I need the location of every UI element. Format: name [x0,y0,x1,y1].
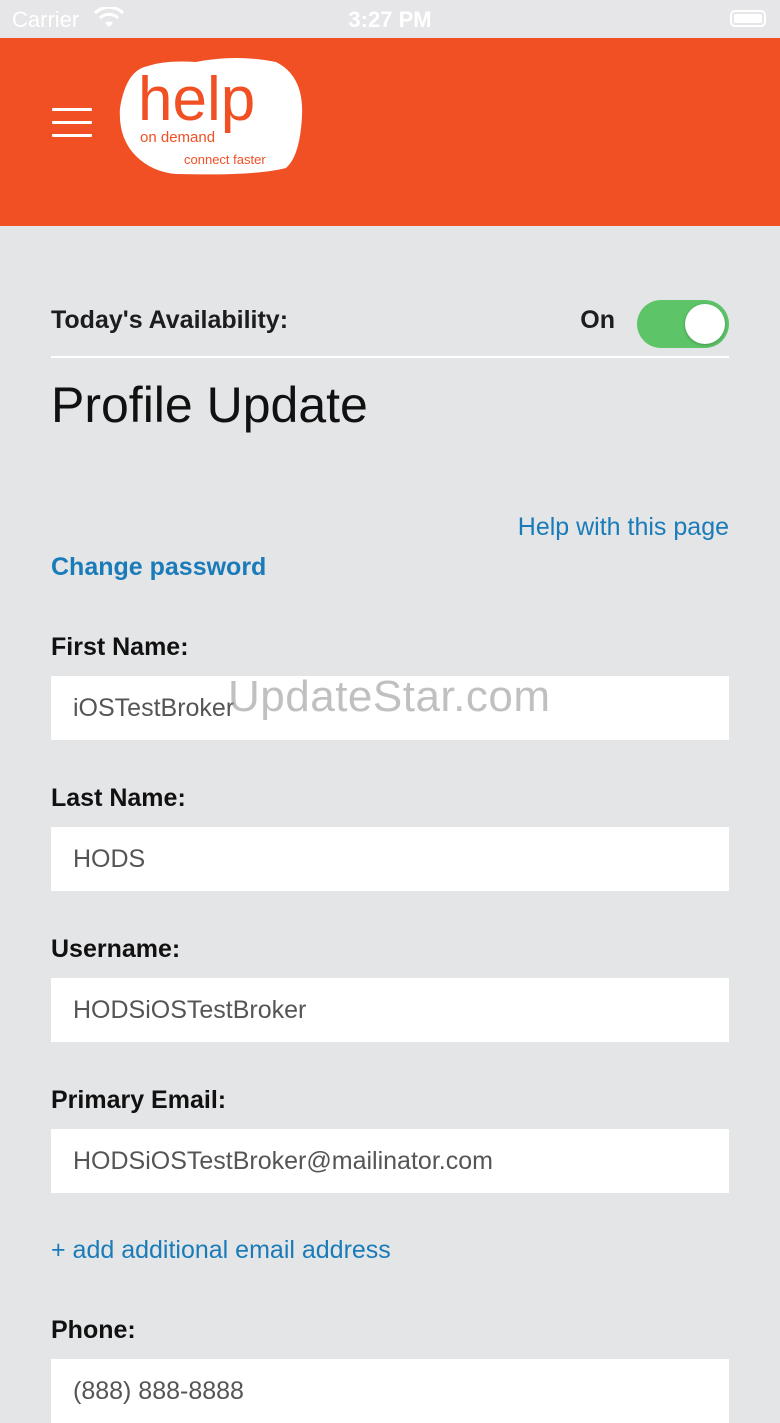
battery-icon [730,10,766,27]
svg-text:help: help [138,65,255,134]
phone-field[interactable] [51,1359,729,1423]
primary-email-label: Primary Email: [51,1086,227,1114]
first-name-label: First Name: [51,633,189,661]
phone-label: Phone: [51,1316,136,1344]
svg-text:on demand: on demand [140,129,215,146]
availability-state: On [580,306,615,334]
last-name-label: Last Name: [51,784,186,812]
svg-text:connect faster: connect faster [184,152,266,167]
status-bar: Carrier 3:27 PM [0,0,780,38]
page-title: Profile Update [51,377,368,433]
username-label: Username: [51,935,181,963]
toggle-knob [685,304,725,344]
last-name-field[interactable] [51,827,729,891]
availability-label: Today's Availability: [51,306,289,334]
availability-row: Today's Availability: On [51,296,729,358]
hamburger-menu-icon[interactable] [50,108,94,138]
primary-email-field[interactable] [51,1129,729,1193]
change-password-link[interactable]: Change password [51,553,266,582]
help-on-demand-logo: help on demand connect faster [116,56,306,181]
clock: 3:27 PM [348,7,432,32]
app-header: help on demand connect faster [0,38,780,226]
first-name-field[interactable] [51,676,729,740]
help-with-page-link[interactable]: Help with this page [518,513,729,542]
availability-toggle[interactable] [637,300,729,348]
username-field[interactable] [51,978,729,1042]
add-email-link[interactable]: + add additional email address [51,1236,391,1265]
